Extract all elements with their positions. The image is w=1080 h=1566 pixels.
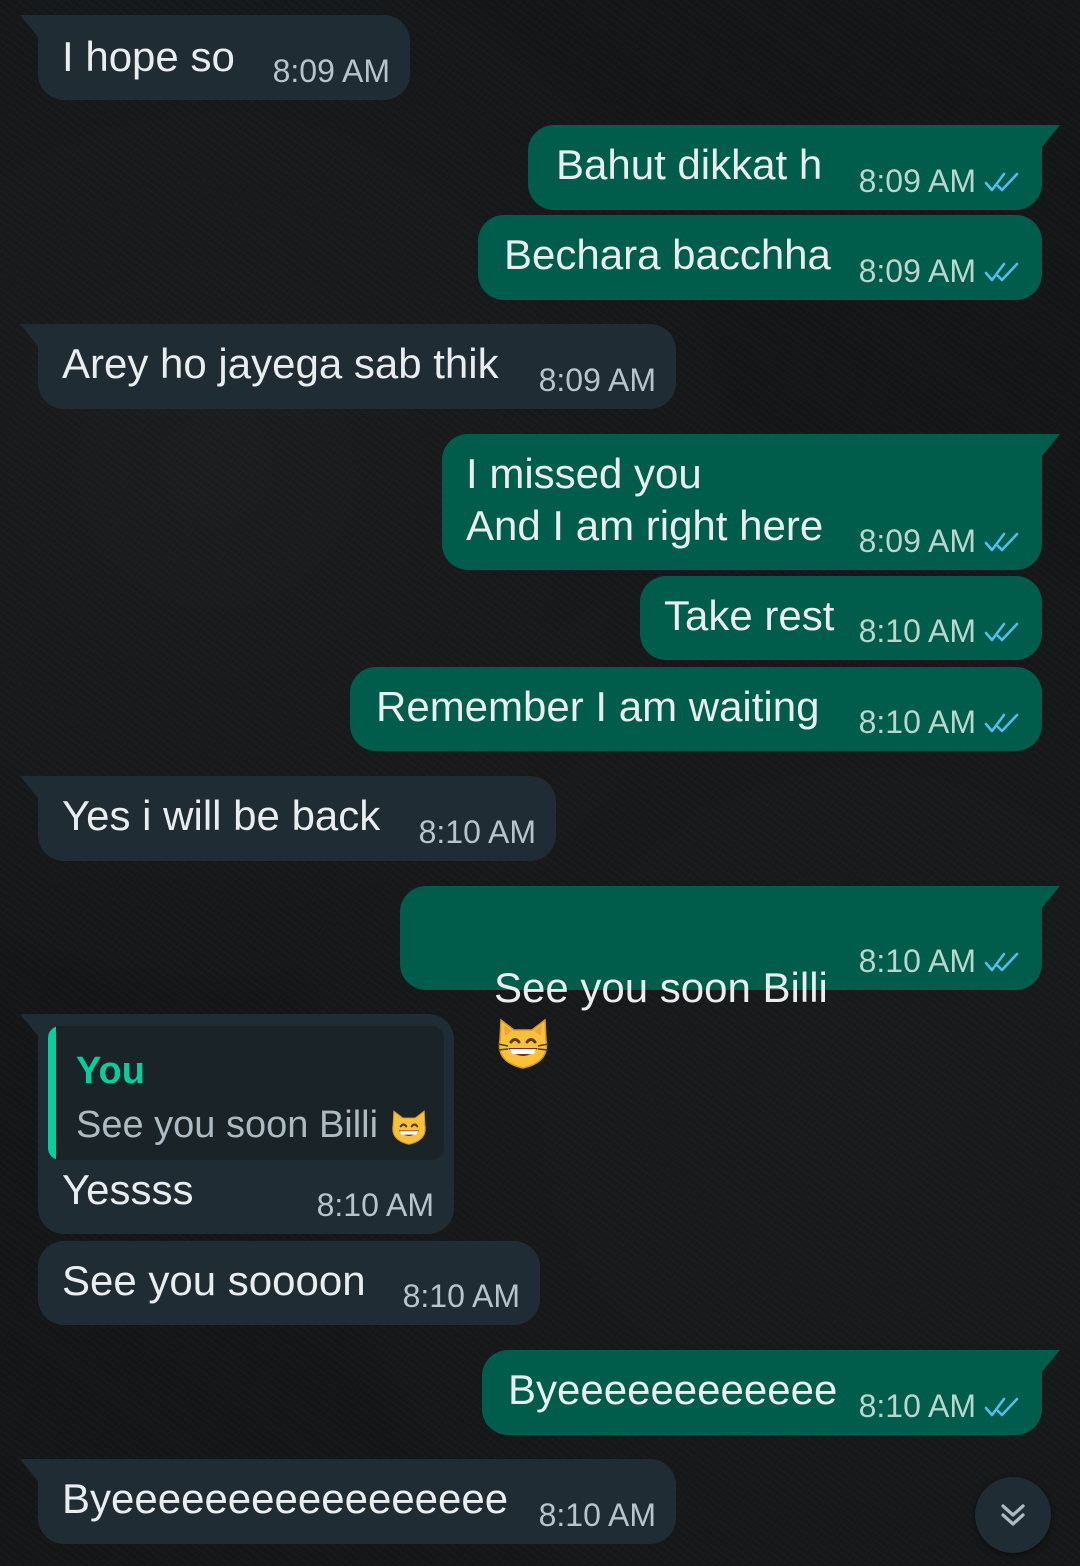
double-check-icon: [984, 1397, 1019, 1416]
message-outgoing[interactable]: Take rest 8:10 AM: [640, 576, 1042, 660]
message-incoming[interactable]: Arey ho jayega sab thik 8:09 AM: [20, 324, 676, 409]
message-time: 8:10 AM: [316, 1187, 434, 1223]
double-check-icon: [984, 532, 1019, 551]
message-time: 8:10 AM: [858, 613, 976, 649]
message-text: Bahut dikkat h: [556, 141, 823, 188]
scroll-to-bottom-button[interactable]: [975, 1477, 1051, 1553]
message-text: See you soon Billi: [494, 964, 828, 1011]
double-check-icon: [984, 262, 1019, 281]
message-outgoing[interactable]: See you soon Billi 8:10 AM: [400, 886, 1060, 1069]
message-incoming-reply[interactable]: You See you soon Billi Yessss 8:10 AM: [20, 1014, 454, 1234]
double-check-icon: [984, 622, 1019, 641]
message-text: Take rest: [664, 592, 835, 639]
message-time: 8:09 AM: [858, 523, 976, 559]
message-text: Byeeeeeeeeeeee: [508, 1366, 838, 1413]
double-chevron-down-icon: [1001, 1504, 1025, 1526]
message-incoming[interactable]: Yes i will be back 8:10 AM: [20, 776, 556, 861]
message-text: Arey ho jayega sab thik: [62, 340, 499, 387]
message-text: I hope so: [62, 33, 235, 80]
message-incoming[interactable]: See you soooon 8:10 AM: [38, 1241, 540, 1325]
double-check-icon: [984, 713, 1019, 732]
message-text: Yessss: [62, 1166, 194, 1213]
message-time: 8:10 AM: [858, 704, 976, 740]
quoted-message[interactable]: You See you soon Billi: [48, 1026, 444, 1160]
message-text: Remember I am waiting: [376, 683, 820, 730]
message-time: 8:10 AM: [402, 1278, 520, 1314]
message-outgoing[interactable]: Bahut dikkat h 8:09 AM: [528, 125, 1060, 210]
message-time: 8:10 AM: [418, 814, 536, 850]
message-time: 8:10 AM: [538, 1497, 656, 1533]
message-incoming[interactable]: Byeeeeeeeeeeeeeeeee 8:10 AM: [20, 1459, 676, 1544]
grinning-cat-emoji: [391, 1110, 426, 1145]
message-text: Byeeeeeeeeeeeeeeeee: [62, 1475, 509, 1522]
message-text: I missed you And I am right here: [466, 450, 824, 549]
message-time: 8:09 AM: [538, 362, 656, 398]
message-time: 8:09 AM: [858, 163, 976, 199]
message-time: 8:09 AM: [272, 53, 390, 89]
message-time: 8:09 AM: [858, 253, 976, 289]
message-time: 8:10 AM: [858, 943, 976, 979]
quote-text: See you soon Billi: [76, 1104, 379, 1146]
message-outgoing[interactable]: Byeeeeeeeeeeee 8:10 AM: [482, 1350, 1060, 1435]
message-text: See you soooon: [62, 1257, 366, 1304]
message-time: 8:10 AM: [858, 1388, 976, 1424]
message-text: Yes i will be back: [62, 792, 381, 839]
message-outgoing[interactable]: Remember I am waiting 8:10 AM: [350, 667, 1042, 751]
message-incoming[interactable]: I hope so 8:09 AM: [20, 15, 410, 100]
message-outgoing[interactable]: I missed you And I am right here 8:09 AM: [442, 434, 1060, 570]
quote-accent-bar: [48, 1026, 56, 1160]
quote-author: You: [76, 1050, 145, 1092]
double-check-icon: [984, 172, 1019, 191]
message-text: Bechara bacchha: [504, 231, 831, 278]
grinning-cat-emoji: [497, 1018, 549, 1069]
double-check-icon: [984, 952, 1019, 971]
message-outgoing[interactable]: Bechara bacchha 8:09 AM: [478, 215, 1042, 300]
